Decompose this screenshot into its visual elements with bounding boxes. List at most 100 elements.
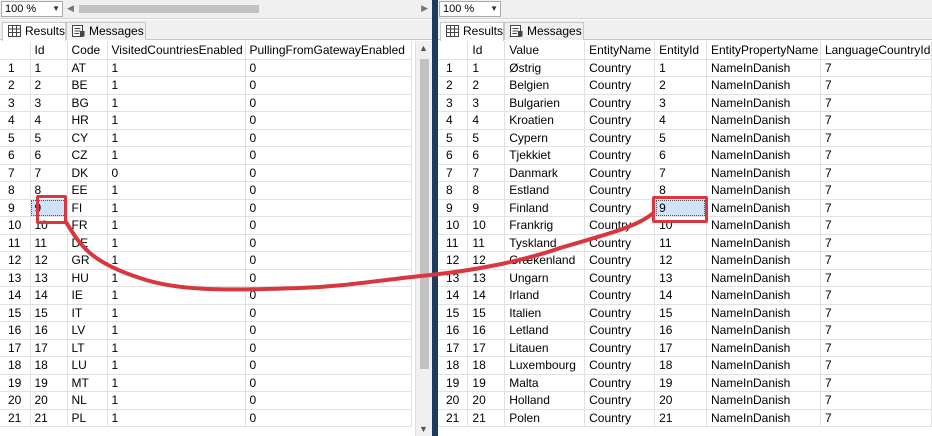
table-cell[interactable]: 7	[467, 164, 506, 182]
table-cell[interactable]: NameInDanish	[706, 216, 821, 235]
table-cell[interactable]: NameInDanish	[706, 391, 821, 410]
table-cell[interactable]: DK	[67, 164, 108, 182]
table-row[interactable]: 4 4 HR 1 0	[0, 111, 412, 130]
scroll-down-icon[interactable]: ▼	[419, 424, 428, 434]
table-cell[interactable]: NameInDanish	[706, 181, 821, 200]
table-cell[interactable]: Malta	[504, 374, 586, 392]
row-number[interactable]: 18	[438, 356, 469, 375]
table-cell[interactable]: 0	[245, 94, 412, 112]
table-cell[interactable]: 19	[654, 374, 707, 392]
table-cell[interactable]: 12	[30, 251, 68, 270]
table-cell[interactable]: 1	[107, 94, 246, 112]
row-number[interactable]: 6	[438, 146, 469, 165]
table-cell[interactable]: 0	[245, 199, 412, 217]
table-cell[interactable]: 20	[30, 391, 68, 410]
table-cell[interactable]: 12	[654, 251, 707, 270]
table-cell[interactable]: 10	[30, 216, 68, 235]
table-cell[interactable]: Luxembourg	[504, 356, 586, 375]
row-number[interactable]: 11	[438, 234, 469, 252]
table-cell[interactable]: NameInDanish	[706, 199, 821, 217]
table-cell[interactable]: Country	[584, 234, 656, 252]
table-row[interactable]: 10 10 FR 1 0	[0, 216, 412, 235]
table-cell[interactable]: 0	[245, 374, 412, 392]
table-cell[interactable]: 19	[30, 374, 68, 392]
table-cell[interactable]: 11	[654, 234, 707, 252]
table-cell[interactable]: NameInDanish	[706, 94, 821, 112]
table-cell[interactable]: MT	[67, 374, 108, 392]
row-number[interactable]: 9	[0, 199, 31, 217]
table-cell[interactable]: 17	[30, 339, 68, 357]
table-cell[interactable]: 7	[820, 111, 932, 130]
table-cell[interactable]: Finland	[504, 199, 586, 217]
table-cell[interactable]: 13	[467, 269, 506, 287]
table-cell[interactable]: Cypern	[504, 129, 586, 147]
table-cell[interactable]: LU	[67, 356, 108, 375]
row-number[interactable]: 10	[438, 216, 469, 235]
table-cell[interactable]: 0	[245, 304, 412, 322]
table-row[interactable]: 13 13 Ungarn Country 13 NameInDanish 7	[438, 269, 932, 287]
scroll-left-icon[interactable]: ◀	[67, 2, 74, 14]
table-cell[interactable]: 10	[467, 216, 506, 235]
table-cell[interactable]: 1	[107, 146, 246, 165]
table-cell[interactable]: 0	[245, 146, 412, 165]
table-row[interactable]: 3 3 BG 1 0	[0, 94, 412, 112]
table-cell[interactable]: 9	[654, 199, 707, 217]
table-cell[interactable]: 19	[467, 374, 506, 392]
table-cell[interactable]: 1	[30, 59, 68, 77]
row-number[interactable]: 20	[438, 391, 469, 410]
table-row[interactable]: 15 15 Italien Country 15 NameInDanish 7	[438, 304, 932, 322]
table-cell[interactable]: PL	[67, 409, 108, 427]
table-cell[interactable]: Country	[584, 251, 656, 270]
table-cell[interactable]: AT	[67, 59, 108, 77]
left-column-header[interactable]: Id	[30, 41, 68, 60]
row-number[interactable]: 13	[438, 269, 469, 287]
table-row[interactable]: 8 8 EE 1 0	[0, 181, 412, 200]
row-number[interactable]: 7	[0, 164, 31, 182]
table-cell[interactable]: Tjekkiet	[504, 146, 586, 165]
table-cell[interactable]: Country	[584, 304, 656, 322]
table-cell[interactable]: 7	[820, 304, 932, 322]
table-cell[interactable]: 1	[107, 59, 246, 77]
table-cell[interactable]: 7	[820, 286, 932, 305]
row-number[interactable]: 21	[0, 409, 31, 427]
table-cell[interactable]: 6	[654, 146, 707, 165]
table-cell[interactable]: NameInDanish	[706, 234, 821, 252]
table-cell[interactable]: NameInDanish	[706, 59, 821, 77]
row-number[interactable]: 14	[0, 286, 31, 305]
row-number[interactable]: 5	[438, 129, 469, 147]
table-cell[interactable]: 1	[107, 181, 246, 200]
table-cell[interactable]: Holland	[504, 391, 586, 410]
table-cell[interactable]: 18	[654, 356, 707, 375]
table-row[interactable]: 6 6 CZ 1 0	[0, 146, 412, 165]
table-cell[interactable]: NameInDanish	[706, 111, 821, 130]
table-cell[interactable]: Country	[584, 146, 656, 165]
table-row[interactable]: 17 17 Litauen Country 17 NameInDanish 7	[438, 339, 932, 357]
table-cell[interactable]: Polen	[504, 409, 586, 427]
table-cell[interactable]: 7	[820, 339, 932, 357]
table-cell[interactable]: NameInDanish	[706, 164, 821, 182]
table-row[interactable]: 16 16 LV 1 0	[0, 321, 412, 340]
table-row[interactable]: 8 8 Estland Country 8 NameInDanish 7	[438, 181, 932, 200]
right-results-grid[interactable]: Id Value EntityName EntityId EntityPropertyN…	[438, 41, 932, 427]
table-cell[interactable]: 15	[467, 304, 506, 322]
table-cell[interactable]: 7	[820, 374, 932, 392]
left-column-header[interactable]	[0, 41, 31, 60]
table-cell[interactable]: NameInDanish	[706, 146, 821, 165]
table-cell[interactable]: 1	[467, 59, 506, 77]
row-number[interactable]: 17	[438, 339, 469, 357]
table-row[interactable]: 6 6 Tjekkiet Country 6 NameInDanish 7	[438, 146, 932, 165]
table-cell[interactable]: NameInDanish	[706, 409, 821, 427]
table-cell[interactable]: 1	[107, 286, 246, 305]
table-cell[interactable]: 1	[107, 251, 246, 270]
table-cell[interactable]: BG	[67, 94, 108, 112]
table-cell[interactable]: 15	[654, 304, 707, 322]
row-number[interactable]: 21	[438, 409, 469, 427]
scroll-up-icon[interactable]: ▲	[419, 43, 428, 53]
row-number[interactable]: 8	[438, 181, 469, 200]
table-cell[interactable]: HU	[67, 269, 108, 287]
table-cell[interactable]: 5	[467, 129, 506, 147]
table-row[interactable]: 7 7 DK 0 0	[0, 164, 412, 182]
row-number[interactable]: 3	[0, 94, 31, 112]
right-column-header[interactable]: EntityId	[654, 41, 707, 60]
row-number[interactable]: 20	[0, 391, 31, 410]
